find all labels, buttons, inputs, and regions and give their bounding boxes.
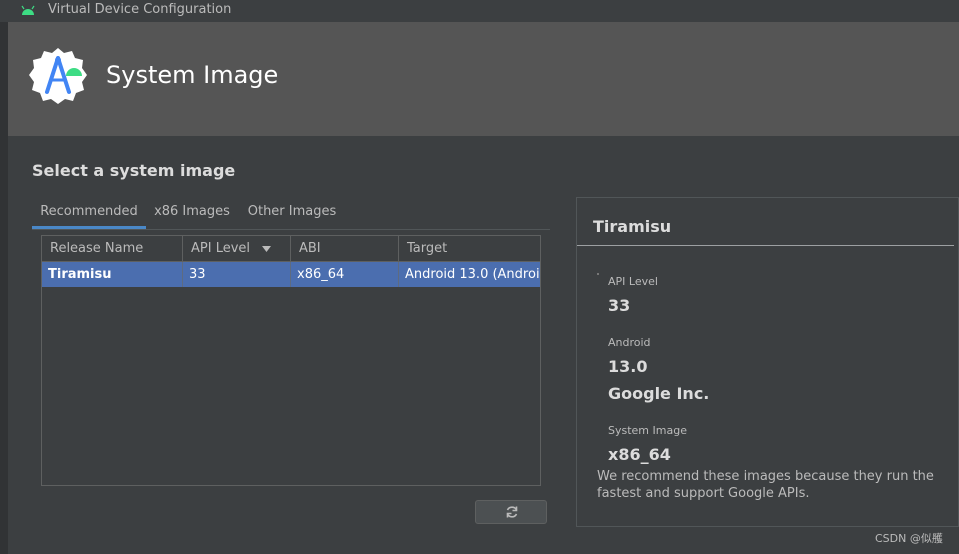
recommendation-text: We recommend these images because they r… (597, 469, 934, 501)
page-title: System Image (106, 61, 279, 89)
tab-other-images[interactable]: Other Images (246, 198, 338, 229)
table-header: Release Name API Level ABI Target (42, 236, 540, 262)
window-title: Virtual Device Configuration (48, 2, 232, 17)
watermark: CSDN @似雘 (875, 532, 943, 545)
android-version-value: 13.0 (608, 357, 648, 376)
details-title: Tiramisu (593, 217, 672, 236)
table-row[interactable]: Tiramisu 33 x86_64 Android 13.0 (Android (42, 262, 540, 287)
system-image-value: x86_64 (608, 445, 671, 464)
cell-abi: x86_64 (291, 262, 399, 287)
tab-x86-images[interactable]: x86 Images (152, 198, 232, 229)
cell-api-level: 33 (183, 262, 291, 287)
column-header-target[interactable]: Target (399, 236, 540, 261)
cell-release-name: Tiramisu (42, 262, 183, 287)
wizard-header: System Image (8, 22, 959, 136)
cell-target: Android 13.0 (Android (405, 267, 540, 282)
android-icon (21, 5, 35, 15)
column-header-abi[interactable]: ABI (291, 236, 399, 261)
tab-label: Other Images (247, 204, 337, 219)
image-tabs: Recommended x86 Images Other Images (32, 198, 550, 230)
api-level-label: API Level (608, 275, 658, 288)
tab-recommended[interactable]: Recommended (32, 198, 146, 229)
vendor-value: Google Inc. (608, 384, 710, 403)
divider-dot (597, 273, 599, 275)
image-details-panel: Tiramisu API Level 33 Android 13.0 Googl… (576, 197, 959, 527)
sort-desc-icon (262, 245, 272, 252)
refresh-button[interactable] (475, 500, 547, 524)
system-image-label: System Image (608, 424, 687, 437)
column-header-api-level[interactable]: API Level (183, 236, 291, 261)
section-title: Select a system image (32, 161, 236, 180)
api-level-value: 33 (608, 296, 631, 315)
column-header-release-name[interactable]: Release Name (42, 236, 183, 261)
tab-label: Recommended (40, 204, 138, 219)
refresh-icon (506, 506, 518, 518)
divider (577, 245, 954, 246)
system-image-table[interactable]: Release Name API Level ABI Target Tirami… (41, 235, 541, 486)
android-label: Android (608, 336, 651, 349)
android-studio-logo-icon (29, 48, 87, 104)
title-bar: Virtual Device Configuration (0, 0, 959, 22)
tab-label: x86 Images (154, 204, 230, 219)
left-strip (0, 22, 8, 554)
